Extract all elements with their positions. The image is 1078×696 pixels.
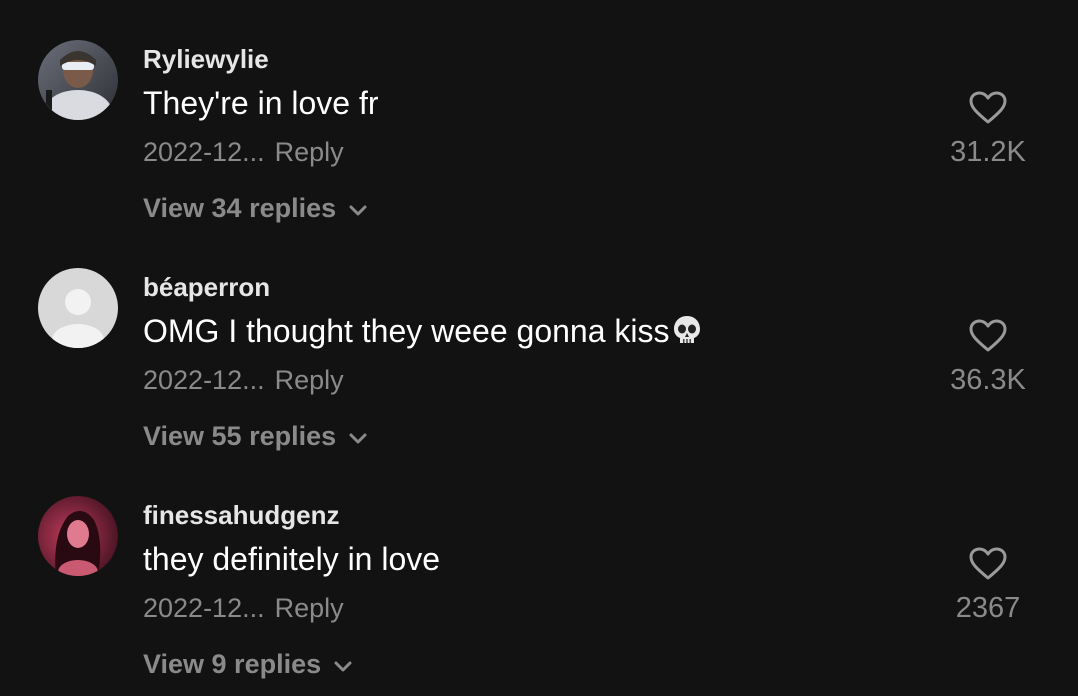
comment-meta: 2022-12... Reply (143, 365, 344, 396)
comment-text: they definitely in love (143, 541, 441, 577)
comment-text: They're in love fr (143, 85, 379, 121)
view-replies-button[interactable]: View 9 replies (143, 649, 353, 680)
comment-date: 2022-12... (143, 137, 265, 167)
chevron-down-icon (349, 205, 367, 215)
chevron-down-icon (334, 661, 352, 671)
avatar[interactable] (38, 40, 118, 120)
comment-username[interactable]: Ryliewylie (143, 44, 269, 75)
heart-icon[interactable] (968, 90, 1008, 126)
comment-username[interactable]: béaperron (143, 272, 270, 303)
reply-button[interactable]: Reply (275, 137, 344, 167)
skull-emoji-icon (673, 316, 700, 343)
heart-icon[interactable] (968, 318, 1008, 354)
like-count: 2367 (955, 592, 1021, 624)
view-replies-button[interactable]: View 55 replies (143, 421, 368, 452)
view-replies-label: View 55 replies (143, 421, 337, 451)
comment-text: OMG I thought they weee gonna kiss (143, 313, 702, 350)
comment-meta: 2022-12... Reply (143, 137, 344, 168)
reply-button[interactable]: Reply (275, 593, 344, 623)
view-replies-label: View 9 replies (143, 649, 322, 679)
heart-icon[interactable] (968, 546, 1008, 582)
comment-item: Ryliewylie They're in love fr 2022-12...… (0, 0, 1078, 228)
like-count: 31.2K (950, 136, 1026, 168)
comment-item: béaperron OMG I thought they weee gonna … (0, 228, 1078, 456)
like-count: 36.3K (950, 364, 1026, 396)
view-replies-label: View 34 replies (143, 193, 337, 223)
comment-meta: 2022-12... Reply (143, 593, 344, 624)
avatar[interactable] (38, 496, 118, 576)
comment-date: 2022-12... (143, 365, 265, 395)
reply-button[interactable]: Reply (275, 365, 344, 395)
comment-username[interactable]: finessahudgenz (143, 500, 339, 531)
comment-date: 2022-12... (143, 593, 265, 623)
comment-item: finessahudgenz they definitely in love 2… (0, 456, 1078, 684)
view-replies-button[interactable]: View 34 replies (143, 193, 368, 224)
chevron-down-icon (349, 433, 367, 443)
avatar[interactable] (38, 268, 118, 348)
comment-text-content: OMG I thought they weee gonna kiss (143, 313, 670, 349)
